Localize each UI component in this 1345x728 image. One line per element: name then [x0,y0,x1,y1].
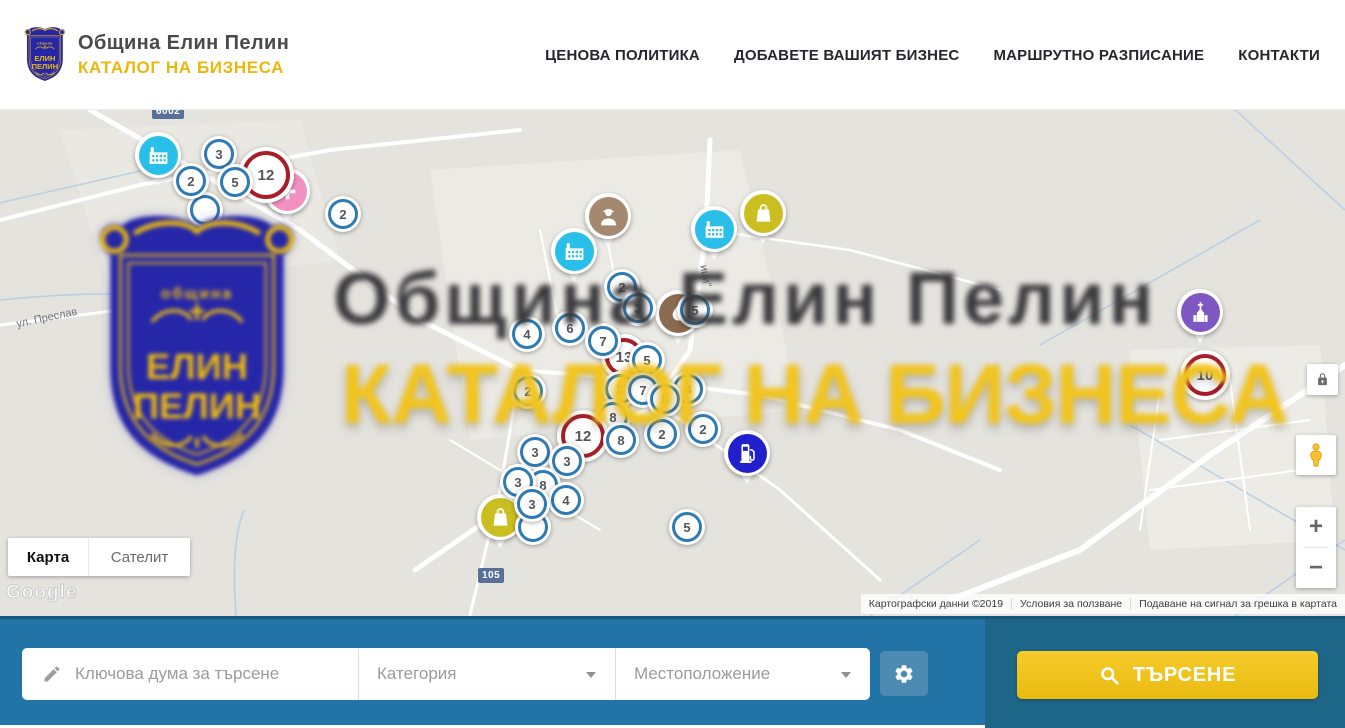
map-cluster-marker[interactable]: 2 [510,373,546,409]
map-cluster-marker[interactable]: 10 [1180,350,1230,400]
map-pin-marker[interactable] [724,430,770,476]
keyword-search-input[interactable] [75,664,358,684]
nav-item-pricing[interactable]: ЦЕНОВА ПОЛИТИКА [545,47,700,64]
map-type-satellite-button[interactable]: Сателит [88,538,190,576]
map-cluster-marker[interactable]: 8 [647,381,683,417]
map-cluster-marker[interactable]: 4 [509,316,545,352]
header: Община Елин Пелин КАТАЛОГ НА БИЗНЕСА ЦЕН… [0,0,1345,110]
street-view-pegman[interactable] [1296,435,1336,475]
map-cluster-marker[interactable]: 5 [669,509,705,545]
map-cluster-marker[interactable]: 4 [548,482,584,518]
zoom-out-button[interactable]: − [1296,548,1336,588]
map-markers-layer: 31225223564137522748812822338343510 [0,110,1345,616]
map-pin-marker[interactable] [740,190,786,236]
map-cluster-marker[interactable]: 3 [620,290,656,326]
site-title: Община Елин Пелин [78,32,289,55]
map-cluster-marker[interactable]: 2 [644,416,680,452]
search-bar: Категория Местоположение ТЪРСЕНЕ [0,616,1345,725]
church-icon [1177,289,1223,335]
location-select-label: Местоположение [634,664,770,684]
map-attribution: Картографски данни ©2019 Условия за полз… [861,594,1345,614]
map-cluster-marker[interactable]: 7 [585,323,621,359]
map-cluster-marker[interactable]: 2 [173,163,209,199]
category-select-label: Категория [377,664,456,684]
map-cluster-marker[interactable]: 5 [217,164,253,200]
gas-pump-icon [724,430,770,476]
nav-item-contacts[interactable]: КОНТАКТИ [1238,47,1320,64]
map-cluster-marker[interactable]: 3 [514,486,550,522]
search-button-label: ТЪРСЕНЕ [1133,664,1237,687]
keyword-field-section [22,648,358,700]
attribution-terms-link[interactable]: Условия за ползване [1011,598,1130,610]
main-nav: ЦЕНОВА ПОЛИТИКА ДОБАВЕТЕ ВАШИЯТ БИЗНЕС М… [545,0,1320,110]
gear-icon [893,663,915,685]
search-fields-group: Категория Местоположение [22,648,870,700]
attribution-copyright: Картографски данни ©2019 [861,598,1011,610]
map-cluster-marker[interactable]: 2 [325,196,361,232]
google-logo[interactable]: Google [6,582,77,604]
nav-item-route-schedule[interactable]: МАРШРУТНО РАЗПИСАНИЕ [993,47,1204,64]
chevron-down-icon [841,672,851,678]
zoom-control: + − [1296,507,1336,588]
shopping-bag-icon [740,190,786,236]
municipality-crest-icon [22,26,68,84]
factory-icon [551,228,597,274]
site-logo[interactable]: Община Елин Пелин КАТАЛОГ НА БИЗНЕСА [22,26,289,84]
map-canvas[interactable]: 6002 105 ул. Преслав бул. „Новосел ици" … [0,110,1345,616]
advanced-settings-button[interactable] [880,651,928,696]
map-cluster-marker[interactable]: 2 [685,411,721,447]
search-button[interactable]: ТЪРСЕНЕ [1017,651,1318,699]
category-select[interactable]: Категория [358,648,615,700]
attribution-report-link[interactable]: Подаване на сигнал за грешка в картата [1130,598,1345,610]
map-type-control: Карта Сателит [8,538,190,576]
map-pin-marker[interactable] [551,228,597,274]
pencil-icon [42,664,62,684]
site-subtitle: КАТАЛОГ НА БИЗНЕСА [78,58,289,78]
nav-item-add-business[interactable]: ДОБАВЕТЕ ВАШИЯТ БИЗНЕС [734,47,959,64]
map-pin-marker[interactable] [691,206,737,252]
location-select[interactable]: Местоположение [615,648,870,700]
pegman-icon [1303,442,1329,468]
map-cluster-marker[interactable]: 5 [677,292,713,328]
map-type-map-button[interactable]: Карта [8,538,88,576]
lock-icon [1315,372,1330,387]
map-cluster-marker[interactable]: 8 [603,422,639,458]
zoom-in-button[interactable]: + [1296,507,1336,547]
chevron-down-icon [586,672,596,678]
factory-icon [691,206,737,252]
map-pin-marker[interactable] [1177,289,1223,335]
search-icon [1099,665,1120,686]
map-cluster-marker[interactable]: 6 [552,310,588,346]
fullscreen-lock-button[interactable] [1307,364,1338,395]
